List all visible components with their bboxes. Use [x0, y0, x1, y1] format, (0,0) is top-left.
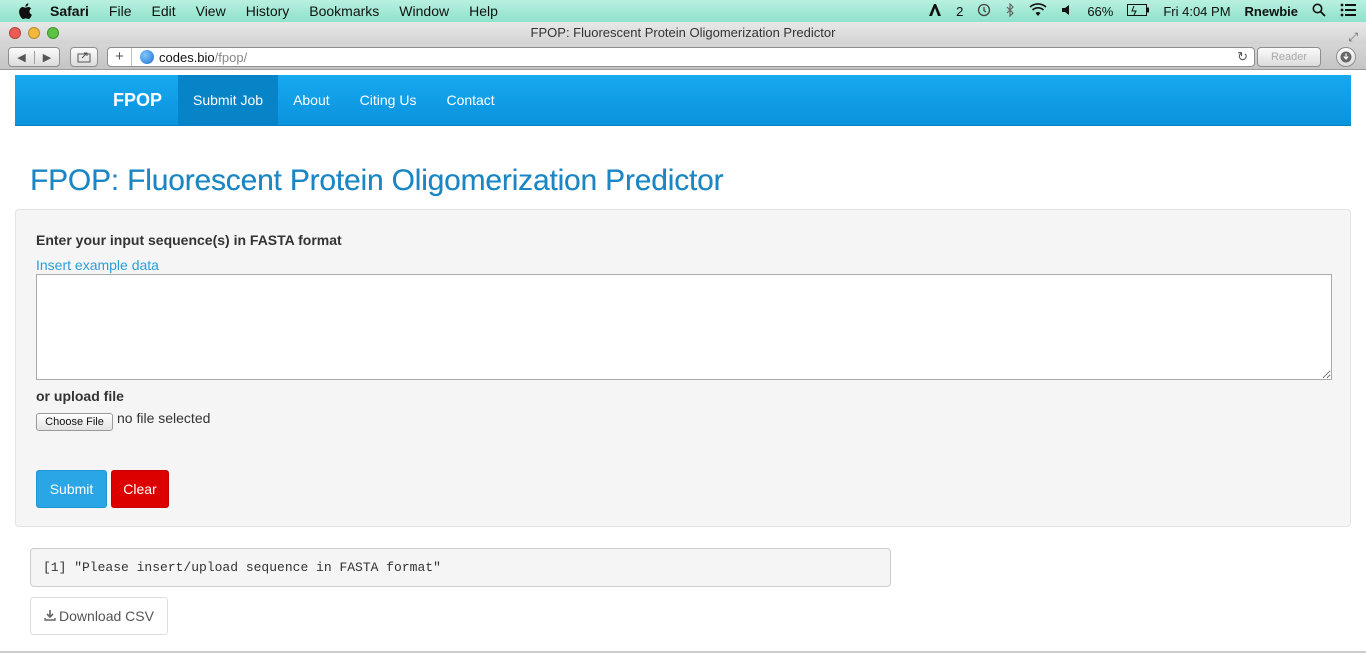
menu-view[interactable]: View — [196, 3, 226, 19]
menu-edit[interactable]: Edit — [151, 3, 175, 19]
choose-file-button[interactable]: Choose File — [36, 413, 113, 431]
sequence-textarea[interactable] — [36, 274, 1332, 380]
site-brand[interactable]: FPOP — [113, 75, 162, 125]
time-machine-icon[interactable] — [977, 3, 991, 20]
menu-bookmarks[interactable]: Bookmarks — [309, 3, 379, 19]
mac-menu-bar: Safari File Edit View History Bookmarks … — [0, 0, 1366, 22]
sequence-input-label: Enter your input sequence(s) in FASTA fo… — [36, 232, 342, 248]
input-panel: Enter your input sequence(s) in FASTA fo… — [15, 209, 1351, 527]
battery-icon[interactable] — [1127, 3, 1150, 19]
back-forward-buttons: ◀ ▶ — [8, 47, 60, 67]
volume-icon[interactable] — [1061, 3, 1073, 20]
forward-arrow-icon[interactable]: ▶ — [33, 50, 59, 64]
menu-file[interactable]: File — [109, 3, 132, 19]
battery-percent: 66% — [1087, 3, 1114, 19]
menu-history[interactable]: History — [246, 3, 290, 19]
nav-citing-us[interactable]: Citing Us — [345, 75, 432, 125]
clock[interactable]: Fri 4:04 PM — [1163, 4, 1230, 19]
reload-icon[interactable]: ↻ — [1237, 49, 1248, 65]
menu-app-name[interactable]: Safari — [50, 3, 89, 19]
adobe-icon[interactable] — [928, 3, 942, 20]
page-title: FPOP: Fluorescent Protein Oligomerizatio… — [30, 164, 724, 197]
notification-center-icon[interactable] — [1340, 3, 1356, 20]
clear-button[interactable]: Clear — [111, 470, 169, 508]
adobe-count: 2 — [956, 3, 964, 19]
upload-file-label: or upload file — [36, 388, 124, 404]
bluetooth-icon[interactable] — [1005, 2, 1015, 20]
globe-icon — [140, 50, 154, 64]
download-csv-button[interactable]: Download CSV — [30, 597, 168, 635]
menu-window[interactable]: Window — [399, 3, 449, 19]
menu-extras: 2 66% Fri 4:04 PM Rnewbie — [928, 0, 1356, 22]
window-controls — [9, 27, 59, 39]
download-icon — [44, 609, 56, 624]
reader-button[interactable]: Reader — [1257, 47, 1321, 67]
user-name[interactable]: Rnewbie — [1245, 4, 1298, 19]
output-message: [1] "Please insert/upload sequence in FA… — [30, 548, 891, 587]
nav-contact[interactable]: Contact — [431, 75, 509, 125]
download-icon — [1340, 51, 1352, 63]
window-title: FPOP: Fluorescent Protein Oligomerizatio… — [530, 25, 836, 40]
browser-toolbar: ◀ ▶ + codes.bio /fpop/ ↻ Reader — [0, 44, 1366, 70]
spotlight-search-icon[interactable] — [1312, 3, 1326, 20]
window-title-bar: FPOP: Fluorescent Protein Oligomerizatio… — [0, 22, 1366, 44]
close-window-button[interactable] — [9, 27, 21, 39]
downloads-button[interactable] — [1336, 47, 1356, 67]
add-bookmark-icon[interactable]: + — [108, 48, 132, 66]
download-csv-label: Download CSV — [59, 608, 154, 624]
wifi-icon[interactable] — [1029, 2, 1047, 20]
share-icon — [77, 52, 91, 63]
back-arrow-icon[interactable]: ◀ — [9, 51, 34, 64]
selected-file-status: no file selected — [117, 410, 211, 426]
zoom-window-button[interactable] — [47, 27, 59, 39]
insert-example-link[interactable]: Insert example data — [36, 257, 159, 273]
apple-icon[interactable] — [18, 3, 36, 19]
url-path: /fpop/ — [214, 49, 248, 65]
nav-about[interactable]: About — [278, 75, 345, 125]
url-host: codes.bio — [159, 49, 215, 65]
menu-help[interactable]: Help — [469, 3, 498, 19]
submit-button[interactable]: Submit — [36, 470, 107, 508]
share-button[interactable] — [70, 47, 98, 67]
nav-submit-job[interactable]: Submit Job — [178, 75, 279, 125]
address-bar[interactable]: + codes.bio /fpop/ ↻ — [107, 47, 1255, 67]
minimize-window-button[interactable] — [28, 27, 40, 39]
site-navbar: FPOP Submit Job About Citing Us Contact — [15, 75, 1351, 126]
